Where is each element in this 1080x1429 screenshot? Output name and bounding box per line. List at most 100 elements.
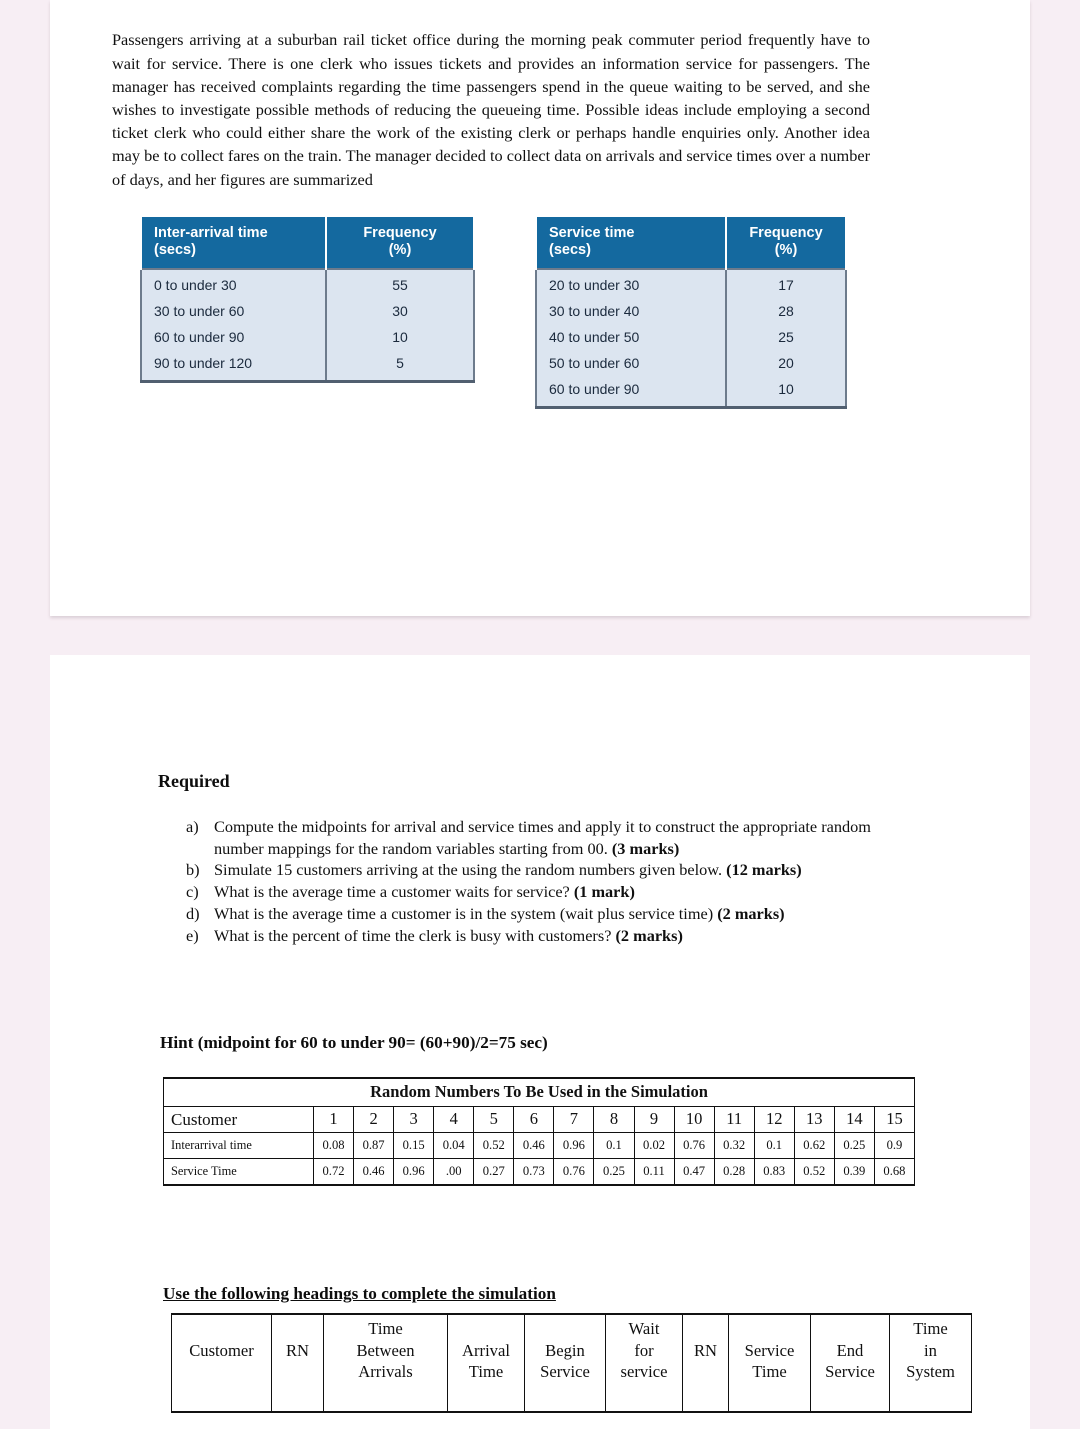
- interarrival-header-line1: Inter-arrival time: [154, 225, 268, 241]
- service-time-frequency-table: Service time (secs) Frequency (%) 20 to …: [535, 217, 847, 409]
- column-service-time: Service Service Time: [728, 1313, 811, 1413]
- col-line1: Wait: [628, 1319, 660, 1338]
- list-item: d) What is the average time a customer i…: [186, 903, 916, 925]
- question-text: Simulate 15 customers arriving at the us…: [214, 859, 916, 881]
- service-range: 20 to under 30: [535, 268, 727, 299]
- service-header-line2: (secs): [549, 242, 591, 258]
- question-marker: b): [186, 860, 200, 880]
- interarrival-frequency-table: Inter-arrival time (secs) Frequency (%) …: [140, 217, 475, 383]
- interarrival-rn-value: 0.96: [553, 1132, 595, 1159]
- service-rn-value: 0.72: [312, 1158, 355, 1186]
- interarrival-rn-label: Interarrival time: [163, 1132, 314, 1159]
- table-header-row: Inter-arrival time (secs) Frequency (%): [140, 217, 475, 269]
- service-range: 40 to under 50: [535, 325, 727, 351]
- customer-number: 8: [593, 1106, 635, 1133]
- interarrival-rn-value: 0.52: [473, 1132, 515, 1159]
- table-row: 60 to under 90 10: [535, 377, 847, 409]
- interarrival-rn-value: 0.87: [353, 1132, 395, 1159]
- customer-number: 11: [713, 1106, 755, 1133]
- col-line1: Time: [913, 1319, 948, 1338]
- col-line1: Time: [368, 1319, 403, 1338]
- table-row: 0 to under 30 55: [140, 268, 475, 299]
- interarrival-frequency-unit: (%): [388, 242, 412, 258]
- column-time-between-arrivals: Time Between Arrivals: [323, 1313, 448, 1413]
- service-frequency-header: Frequency: [749, 225, 823, 241]
- simulation-headings-table: Customer Customer RN RN Time Between Arr…: [171, 1313, 972, 1413]
- col-line2: End: [836, 1340, 864, 1360]
- intro-paragraph: Passengers arriving at a suburban rail t…: [112, 30, 870, 189]
- table-header-row: Service time (secs) Frequency (%): [535, 217, 847, 269]
- interarrival-rn-value: 0.32: [713, 1132, 755, 1159]
- col-line3: System: [906, 1362, 955, 1381]
- customer-number: 9: [633, 1106, 675, 1133]
- service-header-cell: Service time (secs): [535, 217, 727, 269]
- service-rn-value: 0.83: [753, 1158, 795, 1186]
- table-header-row: Customer 1 2 3 4 5 6 7 8 9 10 11 12 13 1…: [163, 1106, 916, 1133]
- service-frequency: 10: [725, 377, 847, 409]
- question-marks: (3 marks): [611, 838, 680, 858]
- interarrival-range: 0 to under 30: [140, 268, 327, 299]
- interarrival-frequency: 5: [325, 351, 475, 383]
- column-wait-for-service: Wait for service: [605, 1313, 683, 1413]
- column-begin-service: Begin Begin Service: [524, 1313, 606, 1413]
- col-line3: Arrivals: [358, 1362, 413, 1381]
- col-line3: Service: [825, 1362, 875, 1381]
- interarrival-header-cell: Inter-arrival time (secs): [140, 217, 327, 269]
- hint-text: Hint (midpoint for 60 to under 90= (60+9…: [160, 1033, 548, 1052]
- interarrival-range: 60 to under 90: [140, 325, 327, 351]
- question-body: What is the percent of time the clerk is…: [214, 925, 616, 945]
- service-rn-value: 0.25: [593, 1158, 635, 1186]
- table-title-row: Random Numbers To Be Used in the Simulat…: [163, 1077, 915, 1107]
- interarrival-frequency: 10: [325, 325, 475, 351]
- required-question-list: a) Compute the midpoints for arrival and…: [186, 816, 916, 946]
- interarrival-header-line2: (secs): [154, 242, 196, 258]
- interarrival-rn-value: 0.15: [393, 1132, 435, 1159]
- random-numbers-table: Random Numbers To Be Used in the Simulat…: [163, 1077, 916, 1186]
- service-rn-value: 0.27: [473, 1158, 515, 1186]
- service-frequency: 17: [725, 268, 847, 299]
- service-rn-value: 0.47: [673, 1158, 715, 1186]
- col-line2: in: [924, 1340, 937, 1360]
- table-row: 30 to under 40 28: [535, 299, 847, 325]
- service-rn-value: 0.39: [833, 1158, 875, 1186]
- question-body: What is the average time a customer wait…: [214, 882, 574, 902]
- interarrival-frequency-header-cell: Frequency (%): [325, 217, 475, 269]
- customer-number: 15: [873, 1106, 916, 1133]
- interarrival-rn-value: 0.62: [793, 1132, 835, 1159]
- service-rn-value: 0.46: [353, 1158, 395, 1186]
- customer-number: 4: [433, 1106, 475, 1133]
- question-marks: (2 marks): [615, 925, 683, 945]
- service-range: 60 to under 90: [535, 377, 727, 409]
- customer-number: 12: [753, 1106, 795, 1133]
- service-rn-value: .00: [433, 1158, 475, 1186]
- question-marks: (1 mark): [573, 882, 635, 902]
- col-line2: Begin: [545, 1340, 585, 1360]
- table-row: 50 to under 60 20: [535, 351, 847, 377]
- col-line3: Time: [752, 1362, 787, 1381]
- service-rn-value: 0.52: [793, 1158, 835, 1186]
- col-line3: service: [620, 1362, 668, 1381]
- customer-number: 1: [312, 1106, 355, 1133]
- service-frequency-header-cell: Frequency (%): [725, 217, 847, 269]
- service-rn-value: 0.11: [633, 1158, 675, 1186]
- table-row: 30 to under 60 30: [140, 299, 475, 325]
- column-rn-arrival: RN RN: [271, 1313, 324, 1413]
- question-text: Compute the midpoints for arrival and se…: [214, 816, 916, 859]
- table-header-row: Customer Customer RN RN Time Between Arr…: [171, 1313, 972, 1413]
- service-frequency: 28: [725, 299, 847, 325]
- col-line2: RN: [693, 1340, 718, 1360]
- customer-number: 10: [673, 1106, 715, 1133]
- column-customer: Customer Customer: [171, 1313, 272, 1413]
- interarrival-frequency: 55: [325, 268, 475, 299]
- question-text: What is the average time a customer is i…: [214, 903, 916, 925]
- column-arrival-time: Arrival Arrival Time: [447, 1313, 525, 1413]
- interarrival-frequency-header: Frequency: [363, 225, 437, 241]
- interarrival-rn-value: 0.1: [593, 1132, 635, 1159]
- question-marker: d): [186, 903, 200, 923]
- col-line2: Between: [356, 1340, 415, 1360]
- col-line3: Service: [540, 1362, 590, 1381]
- service-range: 50 to under 60: [535, 351, 727, 377]
- question-text: What is the percent of time the clerk is…: [214, 925, 916, 947]
- service-header-line1: Service time: [549, 225, 635, 241]
- service-frequency: 25: [725, 325, 847, 351]
